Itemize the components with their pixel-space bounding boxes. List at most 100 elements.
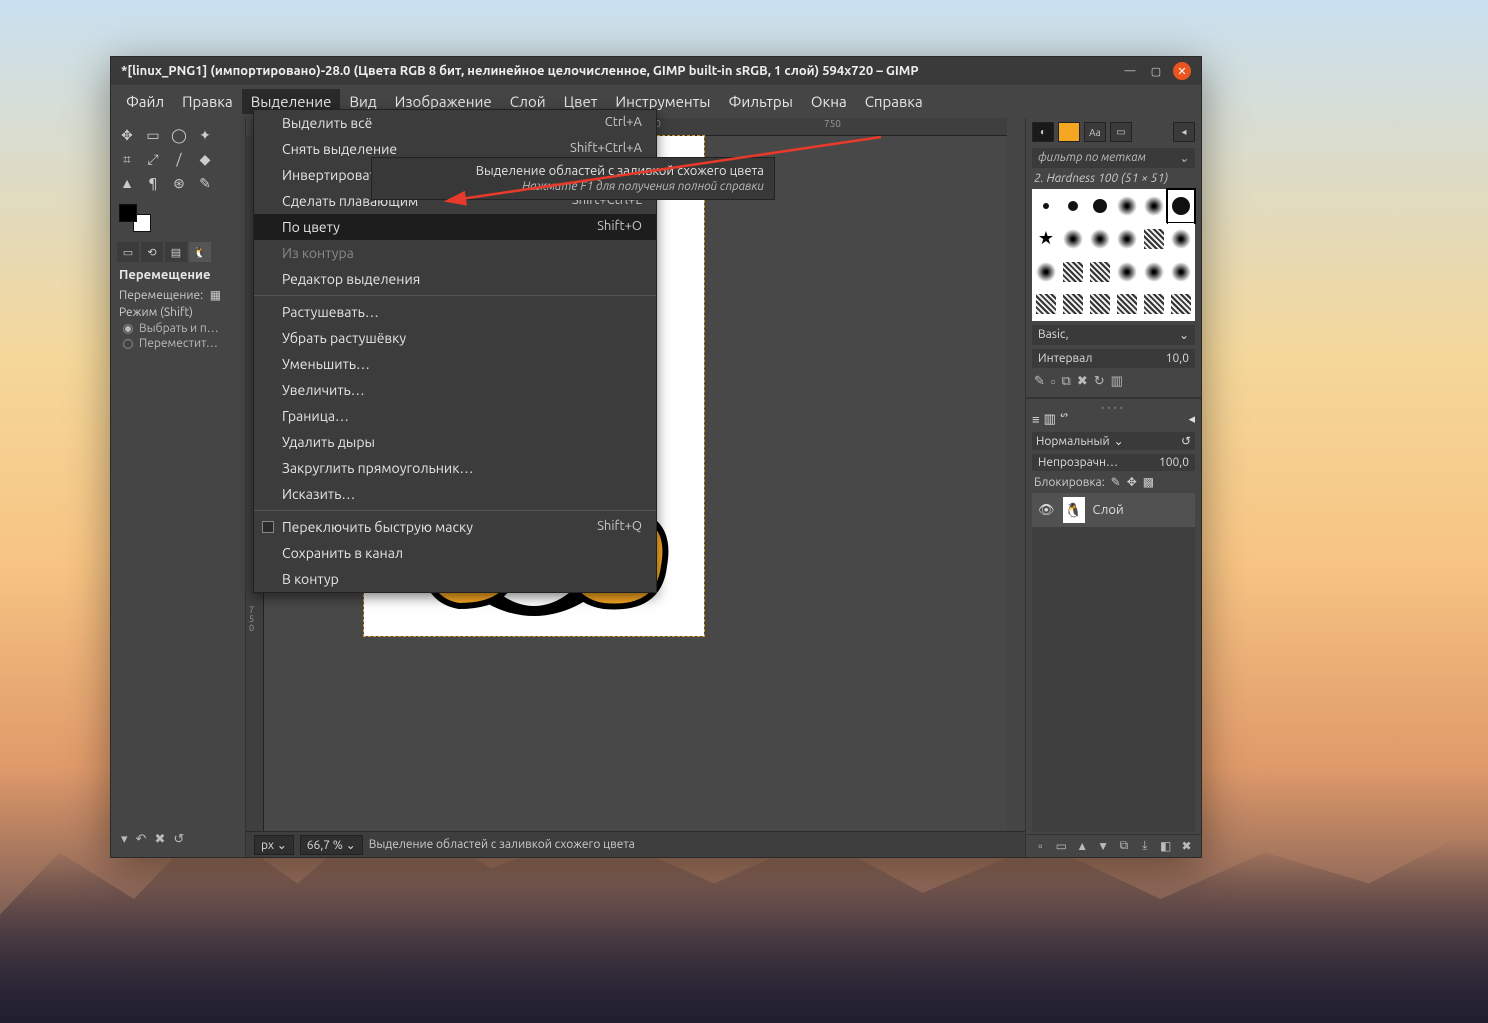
brush-item[interactable] [1060,223,1086,256]
tab-menu-icon[interactable]: ◂ [1188,412,1195,427]
brush-item[interactable] [1141,190,1167,222]
brush-item[interactable] [1033,190,1059,222]
tab-paths-icon[interactable]: ᔥ [1060,412,1068,427]
layer-opacity-input[interactable]: Непрозрачн… 100,0 [1032,454,1195,471]
brush-item[interactable] [1033,223,1059,256]
tool-gradient-icon[interactable]: ▲ [115,172,139,194]
tool-brush-icon[interactable]: / [167,148,191,170]
new-layer-icon[interactable]: ▫ [1032,839,1049,853]
footer-reset-icon[interactable]: ↺ [173,832,184,847]
brush-item[interactable] [1033,256,1059,288]
delete-icon[interactable]: ✖ [1178,839,1195,853]
radio-pick[interactable]: Выбрать и п… [113,321,243,336]
layer-item[interactable]: 👁 🐧 Слой [1032,493,1195,527]
up-icon[interactable]: ▲ [1074,839,1091,853]
tool-bucket-icon[interactable]: ◆ [193,148,217,170]
brush-item[interactable] [1087,223,1113,256]
tab-patterns-icon[interactable] [1058,122,1080,142]
eye-icon[interactable]: 👁 [1038,503,1055,518]
brush-item[interactable] [1033,289,1059,321]
brush-item[interactable] [1168,223,1194,256]
lock-paint-icon[interactable]: ✎ [1111,475,1121,489]
delete-icon[interactable]: ✖ [1077,374,1088,389]
mi-save-to-channel[interactable]: Сохранить в канал [254,540,656,566]
tool-rotate-icon[interactable]: ⤢ [141,148,165,170]
group-icon[interactable]: ▭ [1053,839,1070,853]
fg-bg-color[interactable] [119,204,151,232]
brush-item[interactable] [1114,289,1140,321]
tab-menu-icon[interactable]: ◂ [1173,122,1195,142]
brush-item[interactable] [1087,289,1113,321]
brush-item[interactable] [1141,289,1167,321]
mi-selection-editor[interactable]: Редактор выделения [254,266,656,292]
layer-mode-select[interactable]: Режим Нормальный ⌄ ↺ [1032,432,1195,450]
brush-item[interactable] [1168,289,1194,321]
brush-item[interactable] [1060,256,1086,288]
tool-crop-icon[interactable]: ⌗ [115,148,139,170]
mask-icon[interactable]: ◧ [1157,839,1174,853]
refresh-icon[interactable]: ↻ [1094,374,1105,389]
tool-move-icon[interactable]: ✥ [115,124,139,146]
menu-edit[interactable]: Правка [173,89,242,114]
brush-item[interactable] [1087,190,1113,222]
tool-picker-icon[interactable]: ✎ [193,172,217,194]
edit-icon[interactable]: ✎ [1034,374,1045,389]
lock-move-icon[interactable]: ✥ [1127,475,1137,489]
brush-item[interactable] [1087,256,1113,288]
menu-windows[interactable]: Окна [802,89,856,114]
brush-item[interactable] [1060,289,1086,321]
menu-file[interactable]: Файл [117,89,173,114]
footer-undo-icon[interactable]: ↶ [136,832,147,847]
brush-filter-input[interactable]: фильтр по меткам ⌄ [1032,148,1195,168]
mi-grow[interactable]: Увеличить… [254,377,656,403]
brush-item[interactable] [1060,190,1086,222]
brush-item[interactable] [1141,223,1167,256]
tool-text-icon[interactable]: ¶ [141,172,165,194]
brush-interval-input[interactable]: Интервал10,0 [1032,349,1195,368]
brush-item[interactable] [1141,256,1167,288]
brush-item-selected[interactable] [1168,190,1194,222]
brush-item[interactable] [1168,256,1194,288]
fg-color-swatch[interactable] [119,204,137,222]
reset-icon[interactable]: ↺ [1181,434,1191,448]
lock-alpha-icon[interactable]: ▩ [1143,475,1154,489]
mi-distort[interactable]: Исказить… [254,481,656,507]
tab-brushes-icon[interactable]: ◐ [1032,122,1054,142]
mi-border[interactable]: Граница… [254,403,656,429]
titlebar[interactable]: *[linux_PNG1] (импортировано)-28.0 (Цвет… [111,57,1201,85]
tab-device-icon[interactable]: ▭ [117,242,139,262]
tool-rect-icon[interactable]: ▭ [141,124,165,146]
tab-layers-icon[interactable]: ≡ [1032,412,1040,427]
minimize-button[interactable]: — [1121,62,1139,80]
duplicate-icon[interactable]: ⧉ [1062,374,1071,389]
footer-delete-icon[interactable]: ✖ [154,832,165,847]
tab-tooloptions-icon[interactable]: 🐧 [189,242,211,262]
maximize-button[interactable]: ▢ [1147,62,1165,80]
layer-thumbnail[interactable]: 🐧 [1063,497,1085,523]
brush-preset-select[interactable]: Basic,⌄ [1032,325,1195,345]
layer-name[interactable]: Слой [1093,503,1124,517]
close-button[interactable]: ✕ [1173,62,1191,80]
tool-heal-icon[interactable]: ⊛ [167,172,191,194]
down-icon[interactable]: ▼ [1095,839,1112,853]
footer-save-icon[interactable]: ▾ [121,832,128,847]
move-target-icon[interactable]: ▦ [210,289,221,302]
mi-toggle-quickmask[interactable]: Переключить быструю маскуShift+Q [254,514,656,540]
mi-shrink[interactable]: Уменьшить… [254,351,656,377]
brush-item[interactable] [1114,190,1140,222]
mi-sharpen[interactable]: Убрать растушёвку [254,325,656,351]
brush-item[interactable] [1114,256,1140,288]
tab-channels-icon[interactable]: ▥ [1044,412,1056,427]
duplicate-icon[interactable]: ⧉ [1116,839,1133,853]
new-icon[interactable]: ▫ [1051,374,1056,389]
tab-history-icon[interactable]: ⟲ [141,242,163,262]
mi-to-path[interactable]: В контур [254,566,656,592]
status-unit-select[interactable]: px ⌄ [254,835,294,855]
mi-remove-holes[interactable]: Удалить дыры [254,429,656,455]
tab-history-icon[interactable]: ▭ [1110,122,1132,142]
tab-images-icon[interactable]: ▤ [165,242,187,262]
status-zoom-select[interactable]: 66,7 % ⌄ [300,835,363,855]
mi-rounded-rect[interactable]: Закруглить прямоугольник… [254,455,656,481]
tool-wand-icon[interactable]: ✦ [193,124,217,146]
menu-help[interactable]: Справка [856,89,932,114]
